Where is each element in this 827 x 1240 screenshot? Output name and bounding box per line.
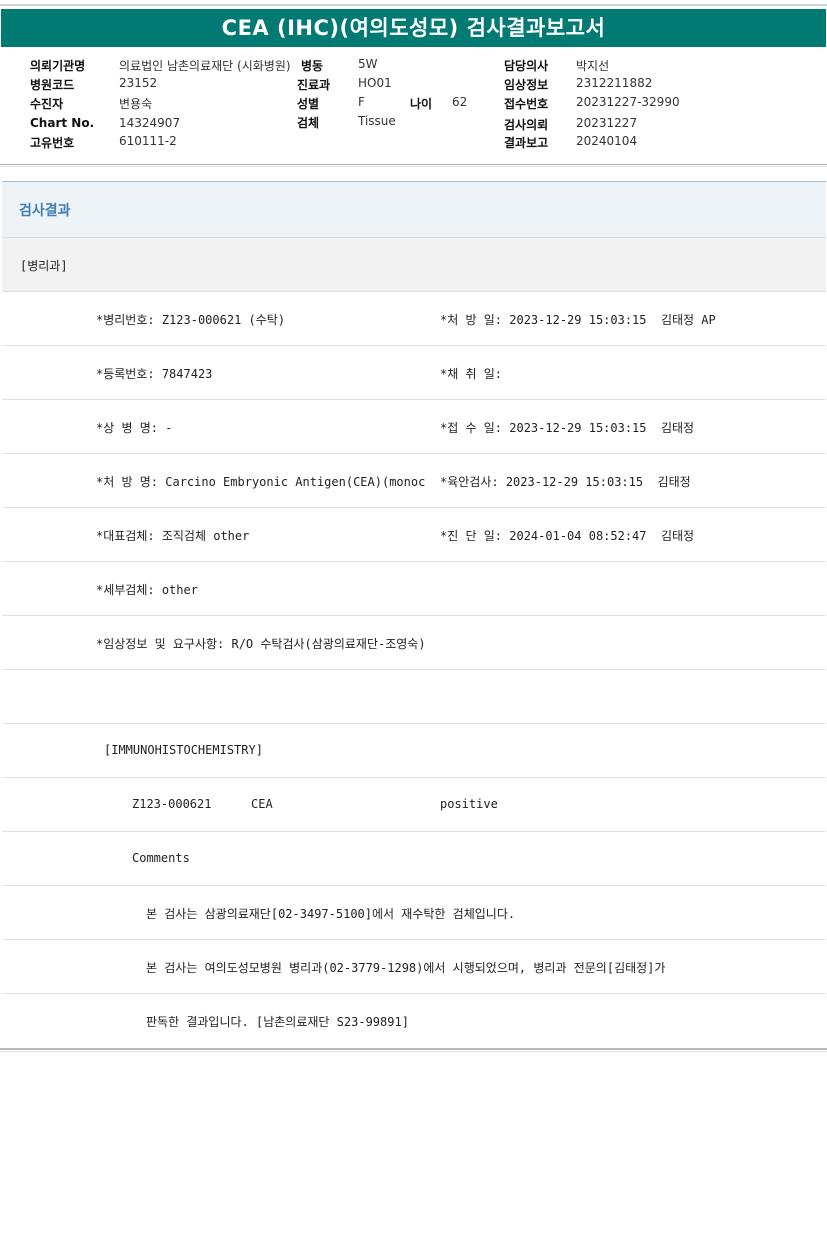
dept-label: 진료과: [297, 78, 331, 92]
department-row: [병리과]: [2, 238, 826, 292]
comment-text: 판독한 결과입니다. [남촌의료재단 S23-99891]: [146, 1015, 409, 1029]
empty-row: [2, 670, 826, 724]
result-row: *상 병 명: - *접 수 일: 2023-12-29 15:03:15 김태…: [2, 400, 826, 454]
comment-row: 본 검사는 여의도성모병원 병리과(02-3779-1298)에서 시행되었으며…: [2, 940, 826, 994]
clinical-request: *임상정보 및 요구사항: R/O 수탁검사(삼광의료재단-조영숙): [96, 637, 426, 651]
pathology-no: *병리번호: Z123-000621 (수탁): [96, 313, 286, 327]
header-divider-shadow: [0, 166, 827, 167]
request-value: 20231227: [576, 116, 638, 130]
diagnosis-name: *상 병 명: -: [96, 421, 173, 435]
sex-value: F: [358, 95, 365, 109]
specimen-label: 검체: [297, 116, 320, 130]
result-row: *처 방 명: Carcino Embryonic Antigen(CEA)(m…: [2, 454, 826, 508]
collection-date: *채 취 일:: [440, 367, 503, 381]
unique-no-label: 고유번호: [30, 136, 75, 150]
patient-label: 수진자: [30, 97, 64, 111]
ihc-case-no: Z123-000621: [132, 797, 212, 811]
top-divider: [0, 4, 827, 6]
result-row: *등록번호: 7847423 *채 취 일:: [2, 346, 826, 400]
age-label: 나이: [410, 97, 433, 111]
receipt-label: 접수번호: [504, 97, 549, 111]
institution-label: 의뢰기관명: [30, 59, 86, 73]
report-date-label: 결과보고: [504, 136, 549, 150]
ward-value: 5W: [358, 57, 378, 71]
result-row: *병리번호: Z123-000621 (수탁) *처 방 일: 2023-12-…: [2, 292, 826, 346]
dept-value: HO01: [358, 76, 392, 90]
sex-label: 성별: [297, 97, 320, 111]
chart-no-label: Chart No.: [30, 116, 95, 130]
chart-no-value: 14324907: [119, 116, 181, 130]
comment-text: 본 검사는 여의도성모병원 병리과(02-3779-1298)에서 시행되었으며…: [146, 961, 666, 975]
result-row: *대표검체: 조직검체 other *진 단 일: 2024-01-04 08:…: [2, 508, 826, 562]
clinical-value: 2312211882: [576, 76, 653, 90]
institution-value: 의료법인 남촌의료재단 (시화병원): [119, 59, 291, 73]
ihc-result-row: Z123-000621 CEA positive: [2, 778, 826, 832]
result-row: *임상정보 및 요구사항: R/O 수탁검사(삼광의료재단-조영숙): [2, 616, 826, 670]
ihc-result: positive: [440, 797, 498, 811]
comments-label-row: Comments: [2, 832, 826, 886]
result-section-title: 검사결과: [19, 203, 71, 219]
ward-label: 병동: [301, 59, 324, 73]
doctor-value: 박지선: [576, 59, 610, 73]
order-name: *처 방 명: Carcino Embryonic Antigen(CEA)(m…: [96, 475, 426, 489]
request-label: 검사의뢰: [504, 118, 549, 132]
footer-divider: [0, 1048, 827, 1050]
diagnosis-date: *진 단 일: 2024-01-04 08:52:47 김태정: [440, 529, 695, 543]
age-value: 62: [452, 95, 468, 109]
gross-exam-date: *육안검사: 2023-12-29 15:03:15 김태정: [440, 475, 691, 489]
report-title: CEA (IHC)(여의도성모) 검사결과보고서: [1, 9, 826, 47]
specimen-value: Tissue: [358, 114, 396, 128]
result-section: 검사결과 [병리과] *병리번호: Z123-000621 (수탁) *처 방 …: [2, 181, 826, 1048]
comment-row: 본 검사는 삼광의료재단[02-3497-5100]에서 재수탁한 검체입니다.: [2, 886, 826, 940]
comment-text: 본 검사는 삼광의료재단[02-3497-5100]에서 재수탁한 검체입니다.: [146, 907, 516, 921]
receipt-date: *접 수 일: 2023-12-29 15:03:15 김태정: [440, 421, 695, 435]
clinical-label: 임상정보: [504, 78, 549, 92]
patient-value: 변용숙: [119, 97, 153, 111]
order-date: *처 방 일: 2023-12-29 15:03:15 김태정 AP: [440, 313, 716, 327]
hospital-code-value: 23152: [119, 76, 158, 90]
ihc-header-row: [IMMUNOHISTOCHEMISTRY]: [2, 724, 826, 778]
unique-no-value: 610111-2: [119, 134, 177, 148]
ihc-marker: CEA: [251, 797, 273, 811]
comments-label: Comments: [132, 851, 190, 865]
hospital-code-label: 병원코드: [30, 78, 75, 92]
report-date-value: 20240104: [576, 134, 638, 148]
receipt-value: 20231227-32990: [576, 95, 680, 109]
detail-specimen: *세부검체: other: [96, 583, 198, 597]
patient-info-panel: 의뢰기관명 의료법인 남촌의료재단 (시화병원) 병동 5W 담당의사 박지선 …: [0, 54, 827, 154]
department-label: [병리과]: [20, 259, 68, 273]
result-section-header: 검사결과: [2, 182, 826, 238]
header-divider: [0, 164, 827, 165]
registration-no: *등록번호: 7847423: [96, 367, 213, 381]
main-specimen: *대표검체: 조직검체 other: [96, 529, 250, 543]
doctor-label: 담당의사: [504, 59, 549, 73]
result-row: *세부검체: other: [2, 562, 826, 616]
comment-row: 판독한 결과입니다. [남촌의료재단 S23-99891]: [2, 994, 826, 1047]
ihc-header: [IMMUNOHISTOCHEMISTRY]: [104, 743, 263, 757]
footer-divider-shadow: [0, 1051, 827, 1052]
